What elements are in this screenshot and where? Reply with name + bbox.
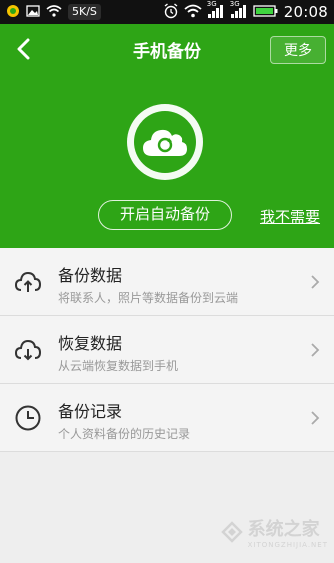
list-item-backup-data[interactable]: 备份数据 将联系人，照片等数据备份到云端 [0, 248, 334, 316]
wifi-icon [184, 4, 202, 21]
header-panel: 手机备份 更多 开启自动备份 我不需要 [0, 24, 334, 248]
battery-icon [253, 4, 279, 20]
signal-label: 3G [206, 0, 217, 8]
app-notification-icon [6, 4, 20, 21]
watermark-text-block: 系统之家 XITONGZHIJIA.NET [248, 515, 328, 549]
net-speed: 5K/S [68, 4, 101, 20]
list-item-restore-data[interactable]: 恢复数据 从云端恢复数据到手机 [0, 316, 334, 384]
clock-time: 20:08 [283, 3, 328, 21]
chevron-right-icon [311, 343, 320, 357]
list-item-subtitle: 个人资料备份的历史记录 [58, 427, 191, 441]
list-item-subtitle: 从云端恢复数据到手机 [58, 359, 179, 373]
watermark: 系统之家 XITONGZHIJIA.NET [220, 515, 328, 549]
no-need-link[interactable]: 我不需要 [260, 206, 320, 227]
signal-icon-2: 3G [230, 0, 248, 21]
signal-label-2: 3G [229, 0, 240, 8]
watermark-subtext: XITONGZHIJIA.NET [247, 541, 328, 549]
cloud-download-icon [14, 339, 42, 361]
more-button[interactable]: 更多 [270, 36, 326, 64]
cloud-sync-button[interactable] [127, 104, 203, 180]
list-item-backup-history[interactable]: 备份记录 个人资料备份的历史记录 [0, 384, 334, 452]
alarm-icon [163, 2, 179, 22]
wifi-notification-icon [46, 4, 62, 20]
backup-options-list: 备份数据 将联系人，照片等数据备份到云端 恢复数据 从云端恢复数据到手机 备份记… [0, 248, 334, 452]
image-notification-icon [26, 4, 40, 20]
status-bar: 5K/S 3G 3G 20:08 [0, 0, 334, 24]
watermark-text: 系统之家 [247, 519, 320, 540]
watermark-logo-icon [220, 521, 243, 543]
list-item-title: 备份数据 [58, 266, 123, 285]
title-bar: 手机备份 更多 [0, 24, 334, 76]
chevron-right-icon [311, 275, 320, 289]
cloud-sync-circle [134, 111, 196, 173]
list-item-subtitle: 将联系人，照片等数据备份到云端 [58, 291, 239, 305]
chevron-right-icon [311, 411, 320, 425]
enable-auto-backup-button[interactable]: 开启自动备份 [98, 200, 232, 230]
signal-icon: 3G [207, 0, 225, 21]
cloud-sync-icon [143, 129, 187, 156]
list-item-title: 恢复数据 [58, 334, 123, 353]
cloud-upload-icon [14, 271, 42, 292]
list-item-title: 备份记录 [58, 402, 123, 421]
clock-icon [15, 405, 41, 431]
